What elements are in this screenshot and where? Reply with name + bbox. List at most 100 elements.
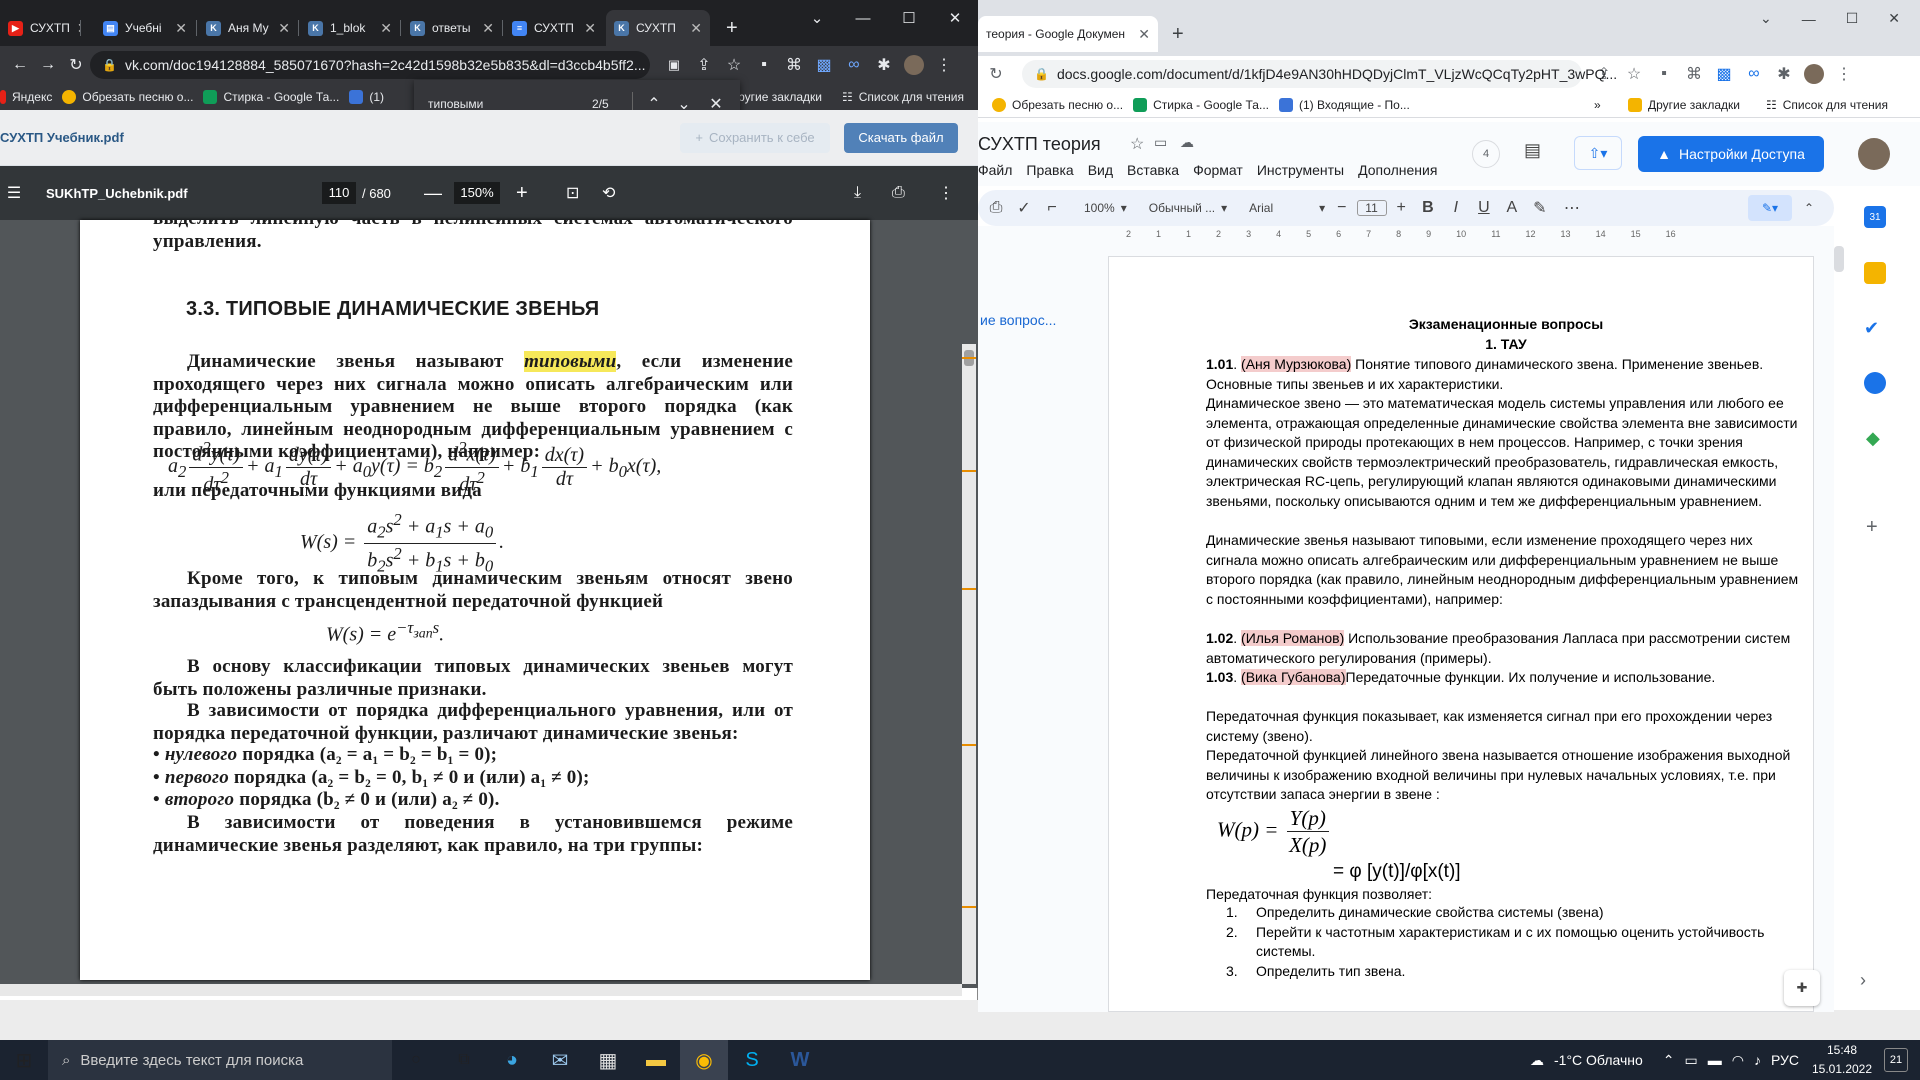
edge-icon[interactable]: ◕ <box>488 1040 536 1080</box>
bookmark-trim-song[interactable]: Обрезать песню о... <box>992 97 1123 112</box>
tab-5[interactable]: Kответы ✕ <box>402 10 502 46</box>
task-view-icon[interactable]: ⧉ <box>440 1040 488 1080</box>
clock[interactable]: 15:48 15.01.2022 <box>1806 1041 1878 1079</box>
close-window-icon[interactable]: ✕ <box>932 9 978 27</box>
more-icon[interactable]: ⋯ <box>1558 194 1586 222</box>
translate-extension-icon[interactable]: ▩ <box>810 51 838 79</box>
maximize-icon[interactable]: ☐ <box>886 9 932 27</box>
address-bar[interactable]: 🔒 docs.google.com/document/d/1kfjD4e9AN3… <box>1022 60 1617 88</box>
page-number-input[interactable]: 110 <box>322 182 356 204</box>
taskbar-search[interactable]: ⌕ Введите здесь текст для поиска <box>48 1040 392 1080</box>
bookmark-trim-song[interactable]: Обрезать песню о... <box>62 90 193 104</box>
tab-7-active[interactable]: K СУХТП ✕ <box>606 10 710 46</box>
menu-addons[interactable]: Дополнения <box>1358 162 1437 178</box>
close-icon[interactable]: ✕ <box>690 20 702 37</box>
minimize-icon[interactable]: — <box>1802 11 1816 27</box>
star-icon[interactable]: ☆ <box>720 51 748 79</box>
keep-icon[interactable] <box>1864 262 1886 284</box>
increase-font-icon[interactable]: + <box>1397 199 1406 217</box>
wifi-icon[interactable]: ◠ <box>1732 1052 1744 1069</box>
translate-extension-icon[interactable]: ▩ <box>1710 60 1738 88</box>
menu-icon[interactable]: ☰ <box>0 179 28 207</box>
zoom-select[interactable]: 100% <box>1084 201 1115 215</box>
paint-format-icon[interactable]: ⌐ <box>1038 194 1066 222</box>
font-size-input[interactable]: 11 <box>1356 200 1387 216</box>
other-bookmarks[interactable]: Другие закладки <box>1628 97 1740 112</box>
menu-insert[interactable]: Вставка <box>1127 162 1179 178</box>
store-icon[interactable]: ▦ <box>584 1040 632 1080</box>
reading-list[interactable]: ☷ Список для чтения <box>842 90 964 104</box>
maximize-icon[interactable]: ☐ <box>1846 10 1859 27</box>
star-icon[interactable]: ☆ <box>1130 134 1144 154</box>
menu-file[interactable]: Файл <box>978 162 1012 178</box>
word-icon[interactable]: W <box>776 1040 824 1080</box>
zoom-input[interactable]: 150% <box>454 182 500 204</box>
pdf-scrollbar[interactable] <box>962 344 976 984</box>
mail-app-icon[interactable]: ✉ <box>536 1040 584 1080</box>
extension-icon[interactable]: ▪ <box>1650 60 1678 88</box>
bookmark-google-sheets[interactable]: Стирка - Google Та... <box>203 90 339 104</box>
horizontal-scrollbar[interactable] <box>0 984 962 996</box>
add-comment-button[interactable]: ✚ <box>1784 970 1820 1006</box>
address-bar[interactable]: 🔒 vk.com/doc194128884_585071670?hash=2c4… <box>90 51 650 79</box>
minimize-icon[interactable]: — <box>840 10 886 27</box>
menu-format[interactable]: Формат <box>1193 162 1243 178</box>
text-color-icon[interactable]: A <box>1498 194 1526 222</box>
tab-3[interactable]: K Аня Му ✕ <box>198 10 298 46</box>
fit-page-icon[interactable]: ⊡ <box>566 183 579 203</box>
back-arrow-icon[interactable]: ← <box>6 51 34 79</box>
close-icon[interactable]: ✕ <box>584 20 596 37</box>
font-select[interactable]: Arial <box>1249 201 1319 215</box>
docs-scrollbar-thumb[interactable] <box>1834 246 1844 272</box>
share-icon[interactable]: ⇪ <box>690 51 718 79</box>
chevron-up-icon[interactable]: ⌃ <box>1663 1052 1675 1069</box>
menu-tools[interactable]: Инструменты <box>1257 162 1344 178</box>
calendar-icon[interactable]: 31 <box>1864 206 1886 228</box>
chrome-icon[interactable]: ◉ <box>680 1040 728 1080</box>
menu-view[interactable]: Вид <box>1088 162 1113 178</box>
volume-icon[interactable]: ♪ <box>1754 1052 1761 1068</box>
close-icon[interactable]: ✕ <box>278 20 290 37</box>
puzzle-icon[interactable]: ✱ <box>870 51 898 79</box>
close-icon[interactable]: ✕ <box>175 20 187 37</box>
more-options-icon[interactable]: ⋮ <box>938 183 954 203</box>
style-select[interactable]: Обычный ... <box>1149 201 1215 215</box>
star-icon[interactable]: ☆ <box>1620 60 1648 88</box>
print-icon[interactable]: ⎙ <box>892 184 905 202</box>
bold-icon[interactable]: B <box>1414 194 1442 222</box>
weather-text[interactable]: -1°C Облачно <box>1554 1052 1643 1068</box>
maps-icon[interactable]: ◆ <box>1866 428 1880 449</box>
close-icon[interactable]: ✕ <box>482 20 494 37</box>
kebab-menu-icon[interactable]: ⋮ <box>930 51 958 79</box>
tasks-icon[interactable]: ✔ <box>1864 318 1879 339</box>
lens-icon[interactable]: ▣ <box>660 51 688 79</box>
bookmark-yandex[interactable]: Яндекс <box>0 90 52 104</box>
tab-1[interactable]: ▶СУХТП✕ <box>0 10 80 46</box>
reading-list[interactable]: ☷ Список для чтения <box>1766 98 1888 112</box>
reload-icon[interactable]: ↻ <box>982 60 1010 88</box>
avatar[interactable] <box>1858 138 1890 170</box>
file-explorer-icon[interactable]: ▬ <box>632 1040 680 1080</box>
present-button[interactable]: ⇧▾ <box>1574 136 1622 170</box>
new-tab-button[interactable]: + <box>1164 16 1192 52</box>
outline-item[interactable]: ие вопрос... <box>980 312 1056 328</box>
decrease-font-icon[interactable]: − <box>1337 199 1346 217</box>
bookmark-inbox[interactable]: (1) <box>349 90 384 104</box>
close-icon[interactable]: ✕ <box>380 20 392 37</box>
new-tab-button[interactable]: + <box>718 10 748 46</box>
viewers-count[interactable]: 4 <box>1472 140 1500 168</box>
zoom-in-icon[interactable]: + <box>516 182 528 205</box>
translate-icon[interactable]: ⌘ <box>780 51 808 79</box>
save-to-self-button[interactable]: + Сохранить к себе <box>680 122 830 153</box>
highlight-icon[interactable]: ✎ <box>1526 194 1554 222</box>
bookmark-inbox[interactable]: (1) Входящие - По... <box>1278 97 1410 112</box>
battery-icon[interactable]: ▬ <box>1708 1052 1722 1068</box>
tab-2[interactable]: ▤ Учебні ✕ <box>95 10 195 46</box>
bookmarks-overflow[interactable]: » <box>1594 98 1601 112</box>
kebab-menu-icon[interactable]: ⋮ <box>1830 60 1858 88</box>
bookmark-google-sheets[interactable]: Стирка - Google Та... <box>1133 97 1269 112</box>
underline-icon[interactable]: U <box>1470 194 1498 222</box>
rotate-icon[interactable]: ⟲ <box>602 183 615 203</box>
reload-icon[interactable]: ↻ <box>62 51 90 79</box>
chevron-down-icon[interactable]: ⌄ <box>1760 10 1772 27</box>
